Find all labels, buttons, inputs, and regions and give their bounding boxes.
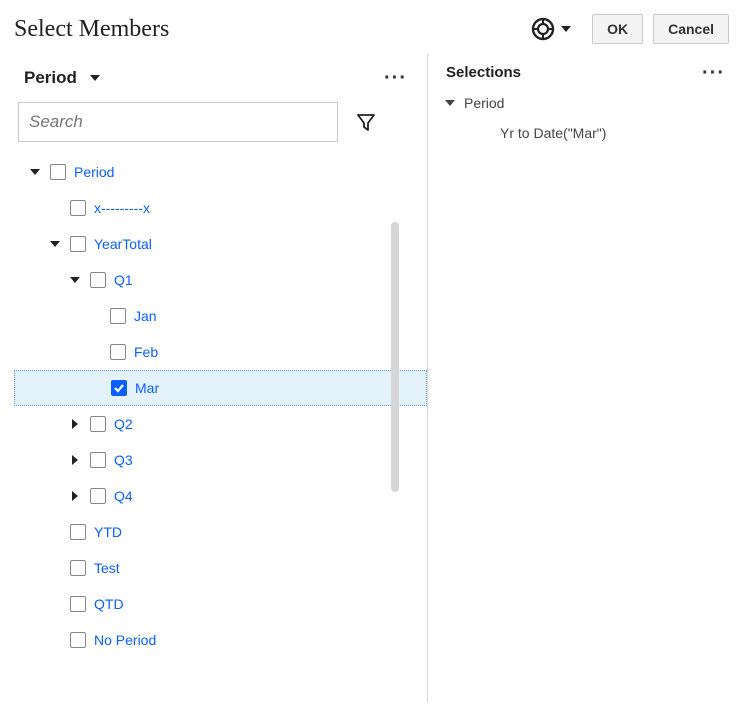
header-actions: OK Cancel [530,14,729,44]
member-checkbox[interactable] [90,452,106,468]
dimension-row: Period ··· [0,64,427,102]
member-label[interactable]: QTD [94,596,124,612]
chevron-down-icon [89,72,101,84]
tree-node[interactable]: x---------x [14,190,427,226]
member-checkbox[interactable] [90,416,106,432]
collapse-icon[interactable] [68,273,82,287]
member-checkbox[interactable] [70,236,86,252]
tree-node[interactable]: Mar [14,370,427,406]
member-tree-panel: Period ··· Period x---------x YearTotal Q1 J… [0,54,428,702]
selections-more-menu[interactable]: ··· [702,68,725,78]
help-icon [530,16,556,42]
dimension-label: Period [24,68,77,88]
dialog-title: Select Members [14,16,169,43]
expand-icon[interactable] [68,489,82,503]
member-checkbox[interactable] [90,272,106,288]
member-label[interactable]: Q4 [114,488,133,504]
tree-node[interactable]: Q2 [14,406,427,442]
expand-icon[interactable] [68,417,82,431]
member-checkbox[interactable] [50,164,66,180]
member-label[interactable]: No Period [94,632,156,648]
cancel-button[interactable]: Cancel [653,14,729,44]
member-label[interactable]: YearTotal [94,236,152,252]
selection-item[interactable]: Yr to Date("Mar") [444,115,731,141]
dialog-body: Period ··· Period x---------x YearTotal Q1 J… [0,54,747,702]
search-input[interactable] [18,102,338,142]
tree-node[interactable]: Feb [14,334,427,370]
member-checkbox[interactable] [70,524,86,540]
dialog-header: Select Members OK Cancel [0,0,747,54]
selections-panel: Selections ··· Period Yr to Date("Mar") [428,54,747,702]
tree-node[interactable]: YTD [14,514,427,550]
member-label[interactable]: Jan [134,308,157,324]
member-checkbox[interactable] [90,488,106,504]
selection-root-label: Period [464,95,504,111]
member-tree: Period x---------x YearTotal Q1 Jan Feb Mar Q2 Q… [0,150,427,662]
member-checkbox[interactable] [110,308,126,324]
member-label[interactable]: Q3 [114,452,133,468]
member-label[interactable]: YTD [94,524,122,540]
tree-node[interactable]: Period [14,154,427,190]
tree-node[interactable]: Q4 [14,478,427,514]
member-checkbox[interactable] [70,200,86,216]
help-menu[interactable] [530,16,572,42]
tree-node[interactable]: Jan [14,298,427,334]
tree-node[interactable]: Q1 [14,262,427,298]
chevron-down-icon [560,23,572,35]
member-checkbox[interactable] [70,632,86,648]
expand-icon[interactable] [68,453,82,467]
member-label[interactable]: Period [74,164,114,180]
tree-node[interactable]: Q3 [14,442,427,478]
filter-icon[interactable] [356,112,376,132]
member-label[interactable]: Mar [135,380,159,396]
member-label[interactable]: Q1 [114,272,133,288]
member-label[interactable]: Test [94,560,120,576]
member-checkbox[interactable] [70,560,86,576]
collapse-icon [444,97,456,109]
selection-children: Yr to Date("Mar") [444,115,731,141]
member-checkbox[interactable] [111,380,127,396]
tree-more-menu[interactable]: ··· [384,73,407,83]
selections-header: Selections ··· [444,64,731,91]
member-label[interactable]: x---------x [94,200,150,216]
dimension-dropdown[interactable]: Period [18,64,311,92]
search-row [0,102,427,150]
member-checkbox[interactable] [70,596,86,612]
member-label[interactable]: Feb [134,344,158,360]
selections-title: Selections [446,64,521,81]
tree-scrollbar[interactable] [391,222,399,492]
tree-node[interactable]: YearTotal [14,226,427,262]
tree-node[interactable]: No Period [14,622,427,658]
tree-node[interactable]: Test [14,550,427,586]
collapse-icon[interactable] [48,237,62,251]
ok-button[interactable]: OK [592,14,643,44]
tree-node[interactable]: QTD [14,586,427,622]
selection-root[interactable]: Period [444,91,731,115]
member-checkbox[interactable] [110,344,126,360]
collapse-icon[interactable] [28,165,42,179]
member-label[interactable]: Q2 [114,416,133,432]
